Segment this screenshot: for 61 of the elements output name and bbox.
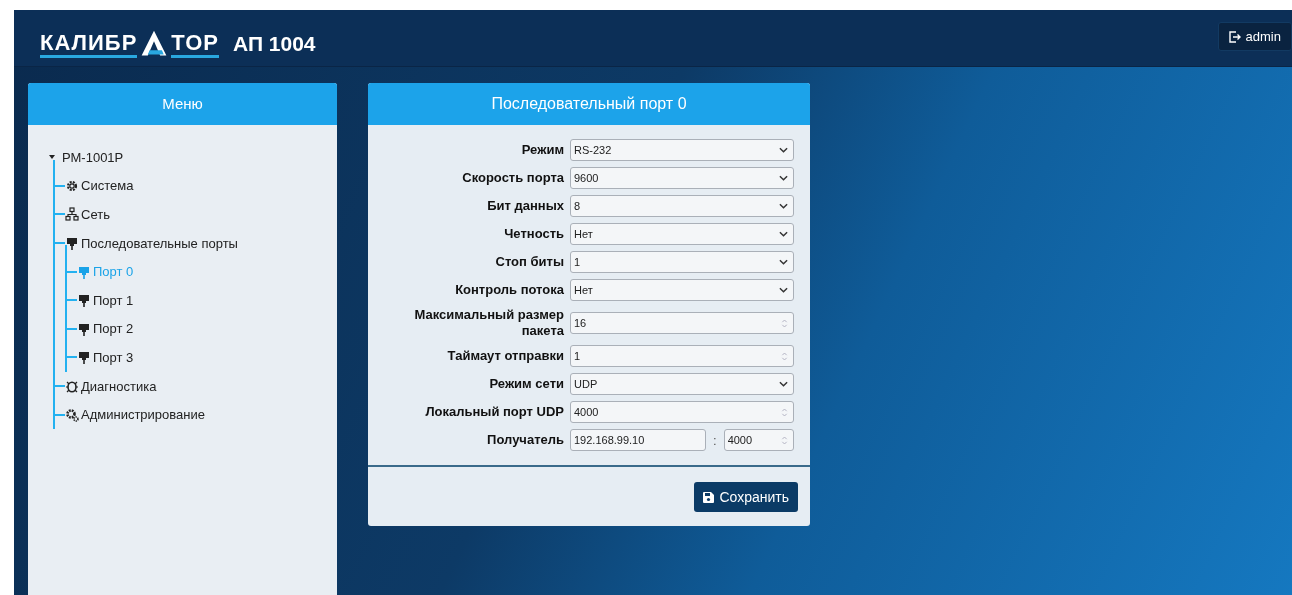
spinner-arrows-icon[interactable]	[781, 350, 788, 362]
tree-item[interactable]: Последовательные порты	[65, 235, 238, 251]
panel-title: Последовательный порт 0	[368, 83, 810, 125]
field-label: Режим	[520, 142, 564, 158]
connector-icon	[77, 264, 91, 279]
spinner-arrows-icon[interactable]	[781, 406, 788, 418]
save-button[interactable]: Сохранить	[694, 482, 798, 512]
ip-address-field[interactable]: 192.168.99.10	[570, 429, 706, 451]
connector-icon	[65, 236, 79, 251]
number-field[interactable]: 1	[570, 345, 794, 367]
chevron-down-icon	[779, 287, 788, 293]
number-field[interactable]: 16	[570, 312, 794, 334]
field-label: Четность	[503, 226, 564, 242]
model-label: АП 1004	[233, 32, 316, 56]
gear-icon	[65, 178, 79, 193]
tree-item[interactable]: Порт 1	[77, 292, 134, 308]
number-field[interactable]: 4000	[570, 401, 794, 423]
logo-text: КАЛИБР	[40, 30, 138, 58]
field-label: Локальный порт UDP	[424, 404, 564, 420]
connector-icon	[77, 350, 91, 365]
chevron-down-icon	[779, 231, 788, 237]
logout-icon	[1228, 30, 1241, 43]
dropdown[interactable]: UDP	[570, 373, 794, 395]
field-label: Скорость порта	[461, 170, 564, 186]
bug-icon	[65, 379, 79, 394]
panel-title: Меню	[28, 83, 337, 125]
chevron-down-icon	[779, 259, 788, 265]
tree-item[interactable]: Система	[65, 178, 134, 194]
spinner-arrows-icon[interactable]	[781, 434, 788, 446]
dropdown[interactable]: 8	[570, 195, 794, 217]
separator: :	[712, 432, 718, 448]
tree-item[interactable]: Администрирование	[65, 407, 205, 423]
field-label: Максимальный размер пакета	[413, 307, 564, 339]
dropdown[interactable]: Нет	[570, 279, 794, 301]
field-label: Стоп биты	[494, 254, 564, 270]
field-label: Режим сети	[488, 376, 564, 392]
field-label: Таймаут отправки	[446, 348, 564, 364]
port-field[interactable]: 4000	[723, 429, 794, 451]
gears-icon	[65, 407, 79, 422]
tree-item[interactable]: РМ-1001Р	[62, 149, 124, 165]
spinner-arrows-icon[interactable]	[781, 317, 788, 329]
tree-item[interactable]: Сеть	[65, 207, 110, 222]
tree-item[interactable]: Порт 2	[77, 321, 134, 337]
field-label: Бит данных	[486, 198, 564, 214]
dropdown[interactable]: 1	[570, 251, 794, 273]
chevron-down-icon	[779, 175, 788, 181]
connector-icon	[77, 293, 91, 308]
chevron-down-icon	[779, 381, 788, 387]
dropdown[interactable]: Нет	[570, 223, 794, 245]
dropdown[interactable]: RS-232	[570, 139, 794, 161]
tree-item[interactable]: Диагностика	[65, 378, 157, 394]
tree-item[interactable]: Порт 3	[77, 349, 134, 365]
chevron-down-icon	[779, 203, 788, 209]
dropdown[interactable]: 9600	[570, 167, 794, 189]
user-button[interactable]: admin	[1217, 22, 1292, 51]
connector-icon	[77, 321, 91, 336]
network-icon	[65, 207, 79, 222]
chevron-down-icon	[779, 147, 788, 153]
field-label: Получатель	[486, 432, 564, 448]
field-label: Контроль потока	[454, 282, 564, 298]
logo-text: ТОР	[171, 30, 219, 58]
